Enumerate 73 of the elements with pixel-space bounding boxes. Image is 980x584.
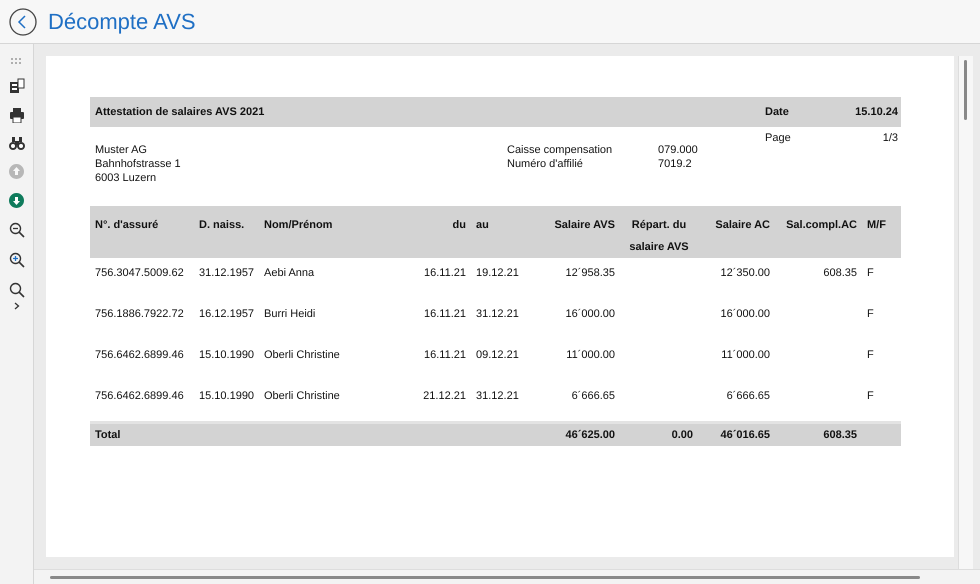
table-cell: 21.12.21: [423, 390, 466, 402]
total-label: Total: [95, 428, 120, 440]
vertical-scrollbar[interactable]: [958, 56, 973, 569]
table-cell: 19.12.21: [476, 267, 519, 279]
horizontal-scrollbar[interactable]: [34, 569, 980, 584]
table-cell: 31.12.1957: [199, 267, 254, 279]
table-cell: 31.12.21: [476, 390, 519, 402]
report-date: 15.10.24: [855, 106, 898, 118]
table-cell: 756.3047.5009.62: [95, 267, 184, 279]
table-cell: 09.12.21: [476, 349, 519, 361]
total-cell: 46´625.00: [565, 428, 615, 440]
table-cell: 16.11.21: [424, 349, 466, 361]
table-cell: F: [867, 349, 874, 361]
table-cell: F: [867, 267, 874, 279]
table-cell: 11´000.00: [721, 349, 770, 361]
printer-icon[interactable]: [8, 108, 24, 123]
page-label: Page: [765, 132, 792, 144]
table-cell: Burri Heidi: [264, 308, 316, 320]
table-cell: Aebi Anna: [264, 267, 314, 279]
table-cell: 31.12.21: [476, 308, 519, 320]
table-cell: 15.10.1990: [199, 349, 254, 361]
table-cell: 12´350.00: [720, 267, 770, 279]
table-cell: 11´000.00: [566, 349, 615, 361]
table-cell: 756.1886.7922.72: [95, 308, 184, 320]
column-header: Répart. du salaire AVS: [620, 206, 698, 258]
binoculars-icon[interactable]: [8, 137, 24, 150]
column-header: Salaire AVS: [529, 206, 620, 258]
table-cell: 756.6462.6899.46: [95, 349, 184, 361]
back-button[interactable]: [8, 6, 38, 36]
table-cell: 6´666.65: [572, 390, 615, 402]
total-cell: 608.35: [823, 428, 857, 440]
table-cell: 6´666.65: [726, 390, 770, 402]
report-title: Attestation de salaires AVS 2021: [95, 106, 266, 118]
table-cell: 608.35: [823, 267, 857, 279]
table-cell: Oberli Christine: [264, 349, 340, 361]
field-label: Caisse compensation: [507, 143, 614, 157]
table-cell: 12´958.35: [565, 267, 615, 279]
grip-icon[interactable]: [10, 58, 22, 64]
column-header: D. naiss.: [194, 206, 259, 258]
table-cell: 756.6462.6899.46: [95, 390, 184, 402]
field-value: 079.000: [658, 143, 699, 157]
table-cell: 16.12.1957: [199, 308, 254, 320]
column-header: au: [471, 206, 529, 258]
table-cell: Oberli Christine: [264, 390, 340, 402]
address-line: Bahnhofstrasse 1: [95, 157, 182, 171]
table-cell: 16´000.00: [720, 308, 770, 320]
zoom-out-icon[interactable]: [8, 222, 24, 238]
column-header: M/F: [862, 206, 901, 258]
total-cell: 46´016.65: [720, 428, 770, 440]
arrow-down-icon[interactable]: [9, 193, 24, 208]
table-cell: F: [867, 390, 874, 402]
table-cell: 15.10.1990: [199, 390, 254, 402]
address-line: 6003 Luzern: [95, 171, 158, 185]
page-title: Décompte AVS: [48, 8, 196, 34]
column-header: Salaire AC: [698, 206, 775, 258]
page-number: 1/3: [882, 132, 898, 144]
chevron-right-icon[interactable]: [14, 302, 20, 310]
address-line: Muster AG: [95, 143, 148, 157]
field-label: Numéro d'affilié: [507, 157, 584, 171]
table-cell: 16.11.21: [424, 308, 466, 320]
table-cell: 16.11.21: [424, 267, 466, 279]
field-value: 7019.2: [658, 157, 693, 171]
table-cell: 16´000.00: [565, 308, 615, 320]
date-label: Date: [765, 106, 790, 118]
pages-icon[interactable]: [8, 78, 24, 94]
table-cell: F: [867, 308, 874, 320]
column-header: Nom/Prénom: [259, 206, 409, 258]
column-header: Sal.compl.AC: [775, 206, 862, 258]
zoom-in-icon[interactable]: [8, 252, 24, 268]
column-header: N°. d'assuré: [90, 206, 194, 258]
search-icon[interactable]: [8, 282, 24, 298]
total-cell: 0.00: [672, 428, 693, 440]
column-header: du: [409, 206, 471, 258]
